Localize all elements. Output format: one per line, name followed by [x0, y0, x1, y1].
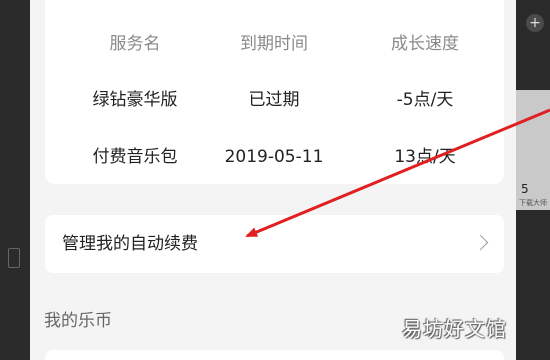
watermark-text: 易坊好文馆 — [402, 317, 507, 341]
annotation-arrows — [245, 108, 550, 238]
red-arrow-line — [245, 108, 550, 238]
